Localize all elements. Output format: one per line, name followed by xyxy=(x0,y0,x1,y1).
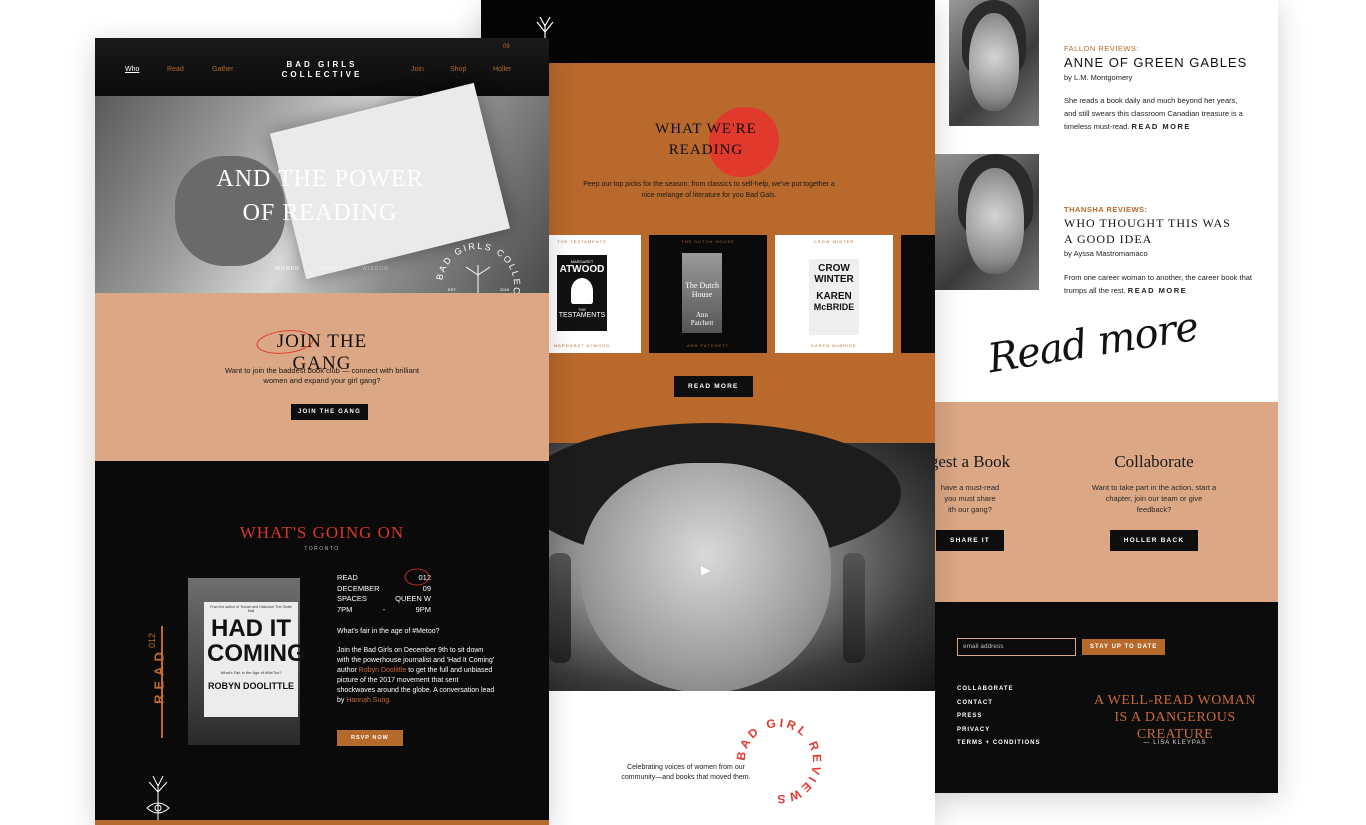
bad-girl-reviews-badge: BAD GIRL REVIEWS xyxy=(734,716,825,807)
event-details: READ 012 DECEMBER 09 SPACES QUEEN W 7PM -9PM xyxy=(337,568,431,615)
share-it-button[interactable]: SHARE IT xyxy=(936,530,1004,551)
read-vertical-label: READ 012 xyxy=(143,626,167,738)
hero-slider-dots[interactable]: WOMEN WORDS WISDOM xyxy=(275,266,389,272)
top-dark-band xyxy=(481,0,935,63)
collaborate-title: Collaborate xyxy=(1114,452,1194,471)
reviews-intro: Celebrating voices of women from our com… xyxy=(481,691,935,825)
book-card-partial[interactable] xyxy=(901,235,935,353)
nav-item-read[interactable]: Read xyxy=(167,66,184,73)
events-location: TORONTO xyxy=(304,546,340,552)
review-card-fallon[interactable]: FALLON REVIEWS: ANNE OF GREEN GABLES by … xyxy=(935,0,1278,131)
site-logo[interactable]: BAD GIRLS COLLECTIVE xyxy=(277,60,367,80)
nav-item-holler[interactable]: Holler xyxy=(493,66,511,73)
suggest-text: have a must-read you must share ith our ga… xyxy=(940,483,1000,514)
review-tag: FALLON REVIEWS: xyxy=(1064,44,1140,53)
nav-item-join[interactable]: Join xyxy=(411,66,424,73)
svg-text:EST.: EST. xyxy=(448,287,456,292)
top-navigation: Who Read Gather BAD GIRLS COLLECTIVE Join… xyxy=(95,38,549,96)
rsvp-button[interactable]: RSVP NOW xyxy=(337,730,403,746)
suggest-book-column: gest a Book have a must-read you must sha… xyxy=(935,452,1025,551)
footer-links: COLLABORATE CONTACT PRESS PRIVACY TERMS … xyxy=(957,686,1041,754)
suggest-title: gest a Book xyxy=(935,452,1011,471)
book-card-crow-winter[interactable]: CROW WINTER CROW WINTER KAREN McBRIDE KA… xyxy=(775,235,893,353)
review-author: by Ayssa Mastromamaco xyxy=(1064,249,1148,258)
hero-title: AND THE POWER OF READING xyxy=(216,166,424,226)
email-field[interactable]: email address xyxy=(957,638,1076,656)
event-description: Join the Bad Girls on December 9th to si… xyxy=(337,647,495,704)
what-we-read-section: WHAT WE'RE READING Peep our top picks for… xyxy=(481,63,935,443)
join-text: Want to join the baddest book club — con… xyxy=(225,366,419,385)
author-link[interactable]: Robyn Doolittle xyxy=(359,667,406,674)
review-body: She reads a book daily and much beyond h… xyxy=(1064,96,1243,131)
book-cover: MARGARET ATWOOD THE TESTAMENTS xyxy=(557,255,607,331)
svg-text:BAD GIRL REVIEWS: BAD GIRL REVIEWS xyxy=(734,716,825,807)
host-link[interactable]: Hannah Sung. xyxy=(346,697,391,704)
footer-link-terms[interactable]: TERMS + CONDITIONS xyxy=(957,740,1041,746)
book-cover-inner: From the author of 'Known and Unknown' T… xyxy=(204,602,306,717)
cart-count-badge[interactable]: 09 xyxy=(503,44,510,50)
subscribe-button[interactable]: STAY UP TO DATE xyxy=(1082,639,1166,655)
holler-back-button[interactable]: HOLLER BACK xyxy=(1109,530,1199,551)
review-author: by L.M. Montgomery xyxy=(1064,73,1133,82)
read-more-button-wrap: READ MORE xyxy=(674,375,753,397)
reviews-page-mockup: FALLON REVIEWS: ANNE OF GREEN GABLES by … xyxy=(935,0,1278,793)
play-icon[interactable]: ▶ xyxy=(701,563,710,577)
contribute-band: gest a Book have a must-read you must sha… xyxy=(935,402,1278,602)
read-more-button[interactable]: READ MORE xyxy=(674,376,753,397)
section-title: WHAT WE'RE READING xyxy=(655,121,757,158)
collaborate-text: Want to take part in the action, start a… xyxy=(1091,483,1217,514)
nav-item-gather[interactable]: Gather xyxy=(212,66,233,73)
footer-quote: A WELL-READ WOMAN IS A DANGEROUS CREATURE xyxy=(1094,693,1256,742)
home-page-mockup: Who Read Gather BAD GIRLS COLLECTIVE Join… xyxy=(95,38,549,825)
review-read-more-link[interactable]: READ MORE xyxy=(1128,286,1187,295)
book-card-dutch-house[interactable]: THE DUTCH HOUSE The Dutch House Ann Patc… xyxy=(649,235,767,353)
review-read-more-link[interactable]: READ MORE xyxy=(1132,122,1191,131)
reading-page-mockup: WHAT WE'RE READING Peep our top picks for… xyxy=(481,0,935,825)
collaborate-column: Collaborate Want to take part in the act… xyxy=(1091,452,1217,551)
quote-author: — LISA KLEYPAS xyxy=(1143,740,1207,746)
footer-link-collaborate[interactable]: COLLABORATE xyxy=(957,686,1041,692)
section-text: Peep our top picks for the season: from … xyxy=(583,181,835,199)
site-footer: email address STAY UP TO DATE COLLABORAT… xyxy=(935,602,1278,793)
event-question: What's fair in the age of #Metoo? xyxy=(337,628,440,635)
red-circle-scribble-icon xyxy=(404,568,430,586)
review-tag: THANSHA REVIEWS: xyxy=(1064,205,1148,214)
book-cover: The Dutch House Ann Patchett xyxy=(682,253,722,333)
join-the-gang-button[interactable]: JOIN THE GANG xyxy=(291,404,368,420)
book-cover: CROW WINTER KAREN McBRIDE xyxy=(809,259,859,335)
review-title: ANNE OF GREEN GABLES xyxy=(1064,55,1248,70)
event-book-cover[interactable]: From the author of 'Known and Unknown' T… xyxy=(188,578,306,745)
mockup-stage: FALLON REVIEWS: ANNE OF GREEN GABLES by … xyxy=(0,0,1366,825)
nav-item-shop[interactable]: Shop xyxy=(450,66,466,73)
review-title: WHO THOUGHT THIS WAS A GOOD IDEA xyxy=(1064,216,1231,246)
events-title: WHAT'S GOING ON xyxy=(239,523,405,542)
bottom-accent-stripe xyxy=(95,820,549,825)
nav-item-who[interactable]: Who xyxy=(125,66,139,73)
svg-text:2018: 2018 xyxy=(500,287,510,292)
review-card-thansha[interactable]: THANSHA REVIEWS: WHO THOUGHT THIS WAS A G… xyxy=(935,150,1278,300)
video-still-woman[interactable]: ▶ xyxy=(481,423,935,693)
footer-link-privacy[interactable]: PRIVACY xyxy=(957,727,1041,733)
reviewer-photo xyxy=(949,0,1039,126)
review-body: From one career woman to another, the ca… xyxy=(1064,273,1253,295)
tree-eye-icon xyxy=(146,775,170,820)
footer-link-contact[interactable]: CONTACT xyxy=(957,700,1041,706)
join-the-gang-section: JOIN THE GANG Want to join the baddest b… xyxy=(95,293,549,461)
read-more-script-link[interactable]: Read more xyxy=(985,304,1201,383)
reviewer-photo xyxy=(935,154,1039,290)
footer-link-press[interactable]: PRESS xyxy=(957,713,1041,719)
